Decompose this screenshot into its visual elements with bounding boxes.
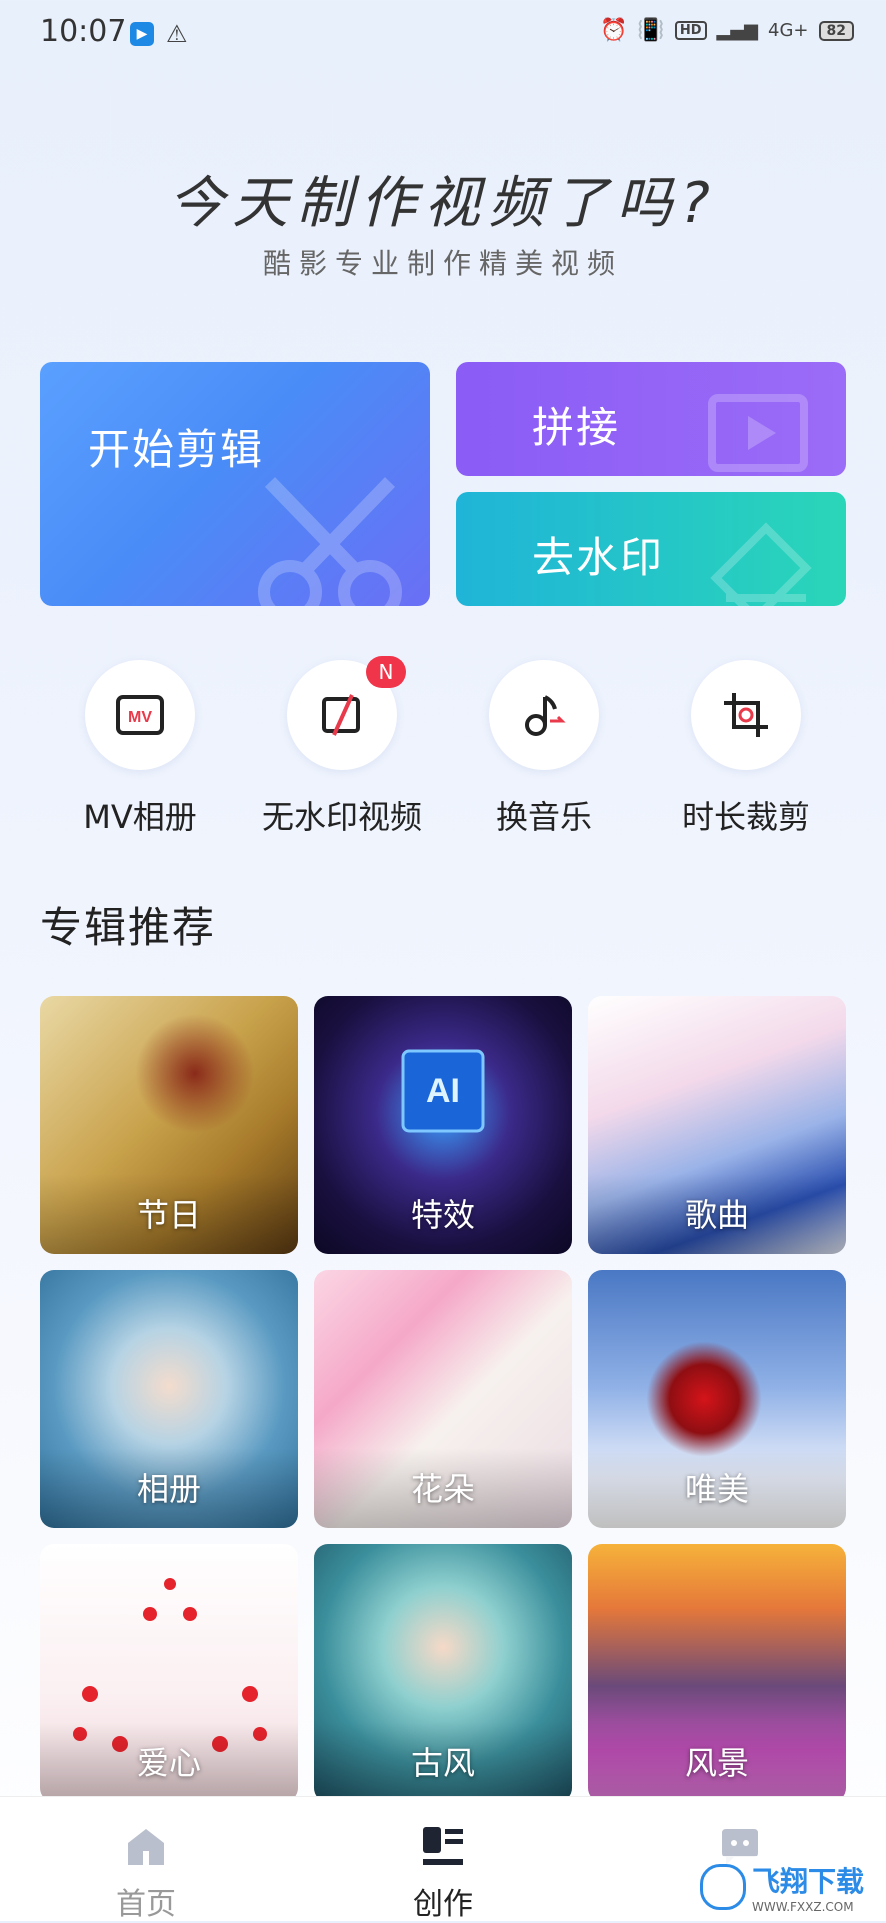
tool-icon-wrap [489,660,599,770]
tab-home[interactable]: 首页 [46,1797,246,1922]
status-time: 10:07 [40,14,127,49]
tool-label: 换音乐 [495,798,592,836]
signal-icon: ▂▄▆ [716,20,759,41]
page-subtitle: 酷影专业制作精美视频 [262,247,623,280]
page-title: 今天制作视频了吗? [168,171,718,236]
album-tile[interactable]: 节日 [40,996,298,1254]
start-editing-card[interactable]: 开始剪辑 [40,362,430,606]
album-label: 花朵 [410,1470,475,1508]
album-label: 相册 [136,1470,201,1508]
tool-label: 无水印视频 [261,798,422,836]
crop-icon [724,693,768,737]
hd-indicator: HD [674,21,707,40]
album-label: 古风 [410,1744,475,1782]
quick-tools: MV MV相册 无水印视频 换音乐 时长裁剪 [40,660,846,840]
video-play-icon [708,394,808,472]
tool-label: 时长裁剪 [681,798,810,836]
album-tile[interactable]: AI 特效 [314,996,572,1254]
warning-icon: ⚠ [166,20,188,48]
album-label: 爱心 [136,1744,201,1782]
status-indicators: ⏰ 📳 HD ▂▄▆ 4G+ 82 [600,18,854,43]
album-label: 特效 [410,1196,475,1234]
mv-icon: MV [116,695,164,735]
new-badge: N [366,656,406,688]
tool-icon-wrap [691,660,801,770]
watermark-url: WWW.FXXZ.COM [751,1900,854,1914]
vibrate-icon: 📳 [637,18,665,43]
network-indicator: 4G+ [768,20,809,41]
start-editing-label: 开始剪辑 [88,425,265,474]
album-tile[interactable]: 爱心 [40,1544,298,1802]
tool-mv-album[interactable]: MV MV相册 [40,660,240,840]
ai-chip-icon: AI [401,1049,485,1133]
scissors-icon [258,477,402,606]
album-tile[interactable]: 古风 [314,1544,572,1802]
album-tile[interactable]: 风景 [588,1544,846,1802]
tool-icon-wrap: MV [85,660,195,770]
tool-no-watermark-video[interactable]: 无水印视频 [242,660,442,840]
music-note-icon [525,695,566,736]
album-label: 歌曲 [684,1196,749,1234]
home-icon [128,1829,164,1865]
tab-create[interactable]: 创作 [343,1797,543,1922]
album-label: 节日 [136,1196,201,1234]
alarm-icon: ⏰ [600,18,628,43]
eraser-icon [710,522,812,606]
remove-watermark-label: 去水印 [532,533,665,582]
tool-label: MV相册 [83,798,197,836]
app-notification-icon: ▶ [130,22,154,46]
album-tile[interactable]: 花朵 [314,1270,572,1528]
remove-watermark-card[interactable]: 去水印 [456,492,846,606]
album-label: 风景 [684,1744,749,1782]
join-label: 拼接 [532,403,621,452]
section-title: 专辑推荐 [40,903,217,952]
watermark-name: 飞翔下载 [751,1865,864,1898]
tool-trim-duration[interactable]: 时长裁剪 [646,660,846,840]
album-tile[interactable]: 相册 [40,1270,298,1528]
album-tile[interactable]: 唯美 [588,1270,846,1528]
tool-change-music[interactable]: 换音乐 [444,660,644,840]
join-card[interactable]: 拼接 [456,362,846,476]
create-icon [423,1827,463,1865]
album-label: 唯美 [684,1470,749,1508]
no-watermark-icon [322,694,360,736]
album-tile[interactable]: 歌曲 [588,996,846,1254]
status-bar: 10:07 ▶ ⚠ ⏰ 📳 HD ▂▄▆ 4G+ 82 [0,0,886,68]
watermark-logo-icon [699,1864,746,1910]
tab-label: 首页 [116,1887,176,1922]
tab-label: 创作 [413,1887,473,1922]
svg-text:MV: MV [128,709,152,726]
site-watermark: 飞翔下载 WWW.FXXZ.COM [691,1856,872,1918]
battery-icon: 82 [818,20,854,41]
svg-text:AI: AI [426,1072,460,1110]
watermark-text: 飞翔下载 WWW.FXXZ.COM [752,1860,864,1914]
